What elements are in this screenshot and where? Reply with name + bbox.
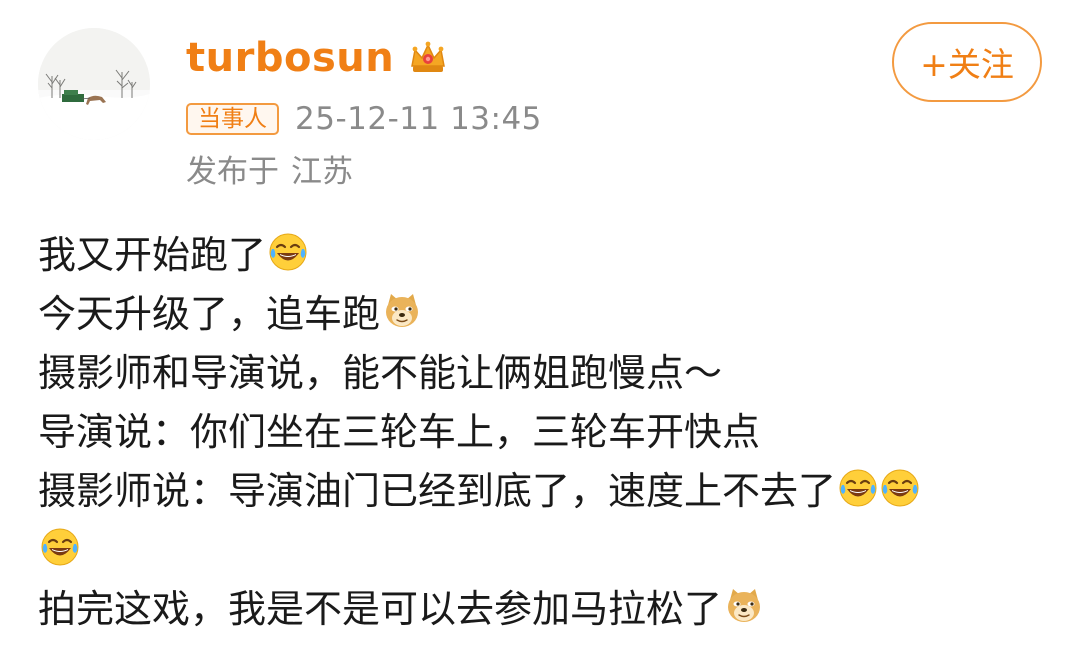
avatar-snow-scene-image [38, 28, 150, 140]
follow-button[interactable]: +关注 [892, 22, 1042, 102]
username-row: turbosun [186, 30, 450, 86]
username[interactable]: turbosun [186, 35, 394, 81]
post-line-text: 我又开始跑了 [38, 233, 267, 277]
post-meta: 当事人 25-12-11 13:45 [186, 99, 542, 139]
post-line-3: 摄影师和导演说，能不能让俩姐跑慢点～ [38, 340, 1048, 399]
participant-badge: 当事人 [186, 103, 279, 135]
doge-emoji-icon [382, 291, 422, 331]
post-line-5: 摄影师说：导演油门已经到底了，速度上不去了 [38, 458, 1048, 517]
post-line-7: 拍完这戏，我是不是可以去参加马拉松了 [38, 576, 1048, 635]
post-content: 我又开始跑了 今天升级了，追车跑 摄影师和导演说，能不能让俩姐跑慢点～ 导演说：… [38, 222, 1048, 635]
location-value: 江苏 [291, 153, 353, 190]
laugh-cry-emoji-icon [40, 527, 80, 567]
post-line-text: 导演说：你们坐在三轮车上，三轮车开快点 [38, 410, 761, 454]
laugh-cry-emoji-icon [838, 468, 878, 508]
location-label: 发布于 [186, 153, 279, 190]
post-line-text: 今天升级了，追车跑 [38, 292, 381, 336]
post-line-2: 今天升级了，追车跑 [38, 281, 1048, 340]
post-line-6 [38, 517, 1048, 576]
avatar[interactable] [38, 28, 150, 140]
post-line-text: 摄影师说：导演油门已经到底了，速度上不去了 [38, 469, 837, 513]
post-line-text: 拍完这戏，我是不是可以去参加马拉松了 [38, 587, 723, 631]
post-location: 发布于 江苏 [186, 147, 353, 190]
laugh-cry-emoji-icon [880, 468, 920, 508]
post-line-1: 我又开始跑了 [38, 222, 1048, 281]
post-timestamp: 25-12-11 13:45 [295, 101, 542, 137]
post-line-4: 导演说：你们坐在三轮车上，三轮车开快点 [38, 399, 1048, 458]
doge-emoji-icon [724, 586, 764, 626]
laugh-cry-emoji-icon [268, 232, 308, 272]
post-line-text: 摄影师和导演说，能不能让俩姐跑慢点～ [38, 351, 723, 395]
vip-crown-icon [411, 41, 446, 72]
